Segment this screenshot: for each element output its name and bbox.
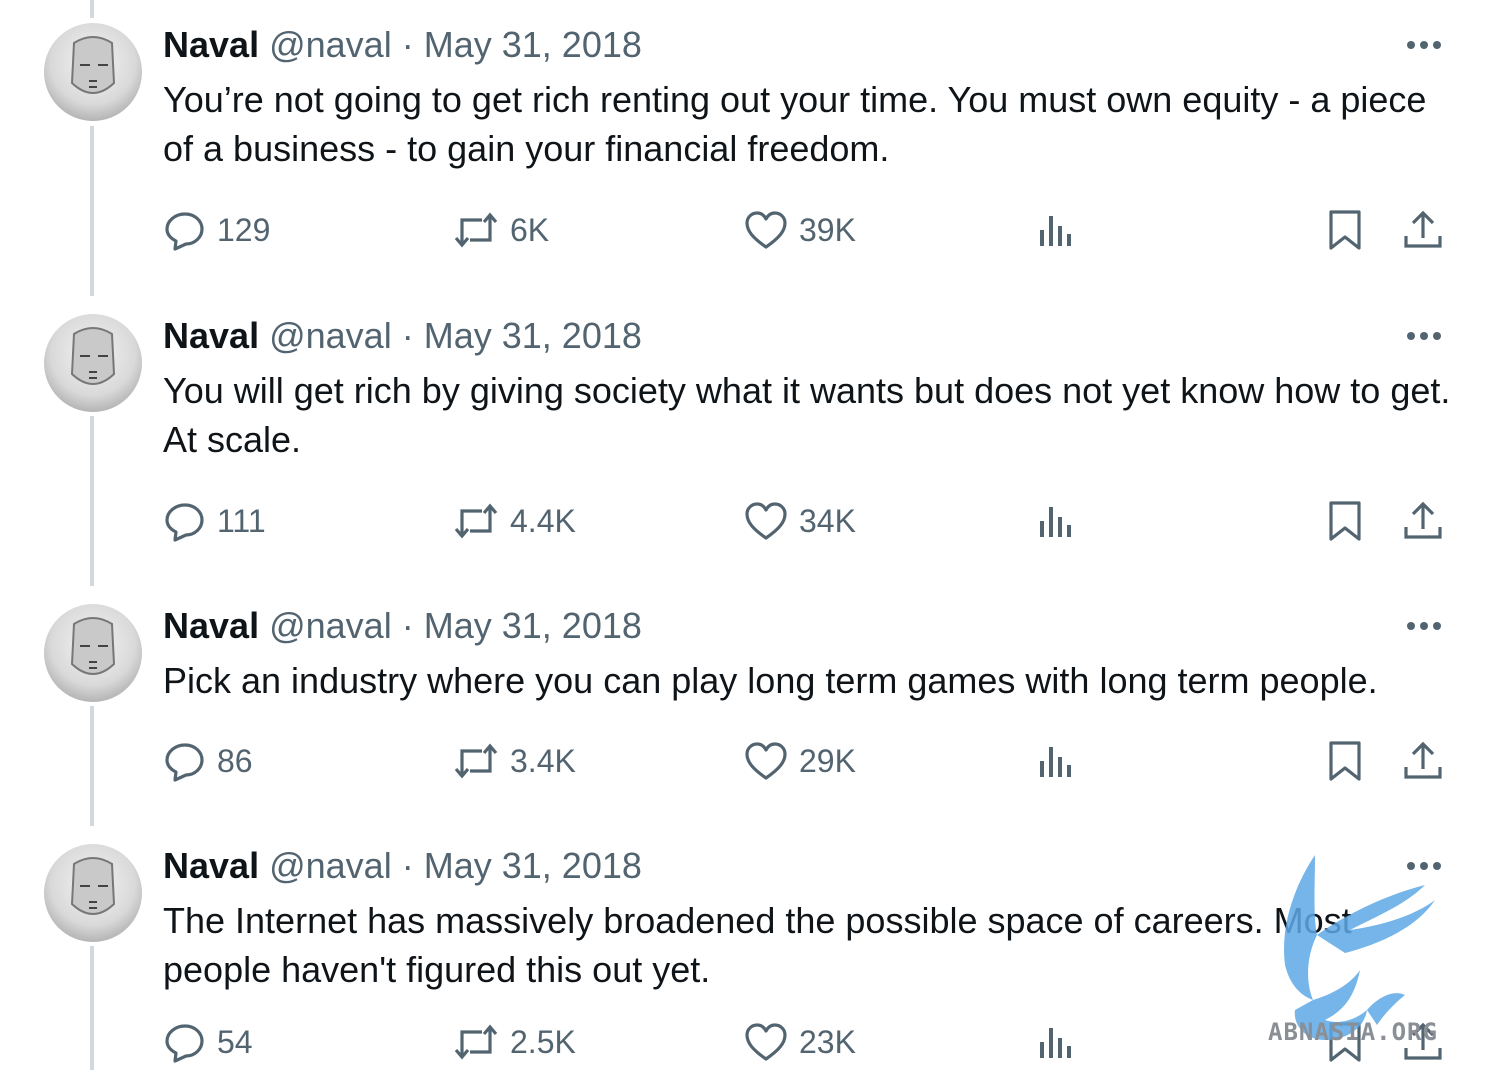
retweet-button[interactable]: 2.5K [452, 1020, 576, 1064]
bookmark-button[interactable] [1325, 200, 1365, 260]
tweet-date[interactable]: May 31, 2018 [424, 24, 642, 65]
tweet-header: Naval @naval · May 31, 2018 [163, 604, 642, 648]
retweet-button[interactable]: 4.4K [452, 491, 576, 551]
views-icon [1036, 208, 1076, 252]
reply-icon [163, 739, 207, 783]
separator: · [401, 845, 414, 886]
separator: · [401, 605, 414, 646]
reply-count: 129 [217, 211, 271, 248]
tweet-date[interactable]: May 31, 2018 [424, 845, 642, 886]
author-handle[interactable]: @naval [269, 315, 392, 356]
reply-button[interactable]: 129 [163, 200, 270, 260]
retweet-button[interactable]: 3.4K [452, 731, 576, 791]
reply-count: 86 [217, 742, 253, 779]
like-button[interactable]: 23K [743, 1020, 856, 1064]
tweet-date[interactable]: May 31, 2018 [424, 315, 642, 356]
separator: · [401, 315, 414, 356]
bookmark-icon [1325, 499, 1365, 543]
separator: · [401, 24, 414, 65]
tweet-actions: 129 6K 39K [0, 200, 1485, 260]
like-count: 39K [799, 211, 856, 248]
share-icon [1402, 739, 1444, 783]
reply-button[interactable]: 54 [163, 1020, 253, 1064]
retweet-button[interactable]: 6K [452, 200, 549, 260]
avatar[interactable] [44, 314, 142, 412]
bookmark-icon [1325, 739, 1365, 783]
share-button[interactable] [1402, 491, 1444, 551]
retweet-icon [452, 208, 500, 252]
like-count: 34K [799, 502, 856, 539]
heart-icon [743, 208, 789, 252]
reply-count: 111 [217, 502, 266, 539]
retweet-count: 6K [510, 211, 550, 248]
views-icon [1036, 499, 1076, 543]
views-button[interactable] [1036, 200, 1076, 260]
tweet[interactable]: Naval @naval · May 31, 2018 You’re not g… [0, 5, 1485, 295]
retweet-icon [452, 1020, 500, 1064]
like-button[interactable]: 29K [743, 731, 856, 791]
like-button[interactable]: 39K [743, 200, 856, 260]
retweet-icon [452, 739, 500, 783]
bookmark-button[interactable] [1325, 491, 1365, 551]
views-icon [1036, 739, 1076, 783]
author-handle[interactable]: @naval [269, 24, 392, 65]
tweet[interactable]: Naval @naval · May 31, 2018 You will get… [0, 296, 1485, 586]
heart-icon [743, 739, 789, 783]
reply-icon [163, 1020, 207, 1064]
bookmark-icon [1325, 208, 1365, 252]
author-handle[interactable]: @naval [269, 605, 392, 646]
author-name[interactable]: Naval [163, 605, 259, 646]
tweet-actions: 86 3.4K 29K [0, 731, 1485, 791]
heart-icon [743, 1020, 789, 1064]
share-icon [1402, 499, 1444, 543]
share-icon [1402, 208, 1444, 252]
views-button[interactable] [1036, 731, 1076, 791]
tweet-header: Naval @naval · May 31, 2018 [163, 314, 642, 358]
reply-icon [163, 208, 207, 252]
reply-count: 54 [217, 1023, 253, 1060]
reply-icon [163, 499, 207, 543]
like-button[interactable]: 34K [743, 491, 856, 551]
views-icon [1036, 1020, 1076, 1064]
tweet-text: You will get rich by giving society what… [163, 370, 1451, 460]
tweet-header: Naval @naval · May 31, 2018 [163, 23, 642, 67]
watermark-text: ABNASIA.ORG [1268, 1018, 1438, 1046]
heart-icon [743, 499, 789, 543]
like-count: 29K [799, 742, 856, 779]
retweet-count: 2.5K [510, 1023, 576, 1060]
avatar[interactable] [44, 844, 142, 942]
retweet-count: 3.4K [510, 742, 576, 779]
share-button[interactable] [1402, 731, 1444, 791]
like-count: 23K [799, 1023, 856, 1060]
tweet-actions: 111 4.4K 34K [0, 491, 1485, 551]
more-icon[interactable] [1400, 608, 1448, 644]
retweet-count: 4.4K [510, 502, 576, 539]
views-button[interactable] [1036, 1020, 1076, 1064]
tweet-text: Pick an industry where you can play long… [163, 660, 1378, 701]
tweet-date[interactable]: May 31, 2018 [424, 605, 642, 646]
avatar[interactable] [44, 604, 142, 702]
views-button[interactable] [1036, 491, 1076, 551]
bookmark-button[interactable] [1325, 731, 1365, 791]
share-button[interactable] [1402, 200, 1444, 260]
retweet-icon [452, 499, 500, 543]
author-name[interactable]: Naval [163, 845, 259, 886]
tweet-header: Naval @naval · May 31, 2018 [163, 844, 642, 888]
author-name[interactable]: Naval [163, 24, 259, 65]
more-icon[interactable] [1400, 318, 1448, 354]
more-icon[interactable] [1400, 27, 1448, 63]
tweet-text: You’re not going to get rich renting out… [163, 79, 1427, 169]
author-handle[interactable]: @naval [269, 845, 392, 886]
reply-button[interactable]: 86 [163, 731, 253, 791]
author-name[interactable]: Naval [163, 315, 259, 356]
reply-button[interactable]: 111 [163, 491, 266, 551]
avatar[interactable] [44, 23, 142, 121]
